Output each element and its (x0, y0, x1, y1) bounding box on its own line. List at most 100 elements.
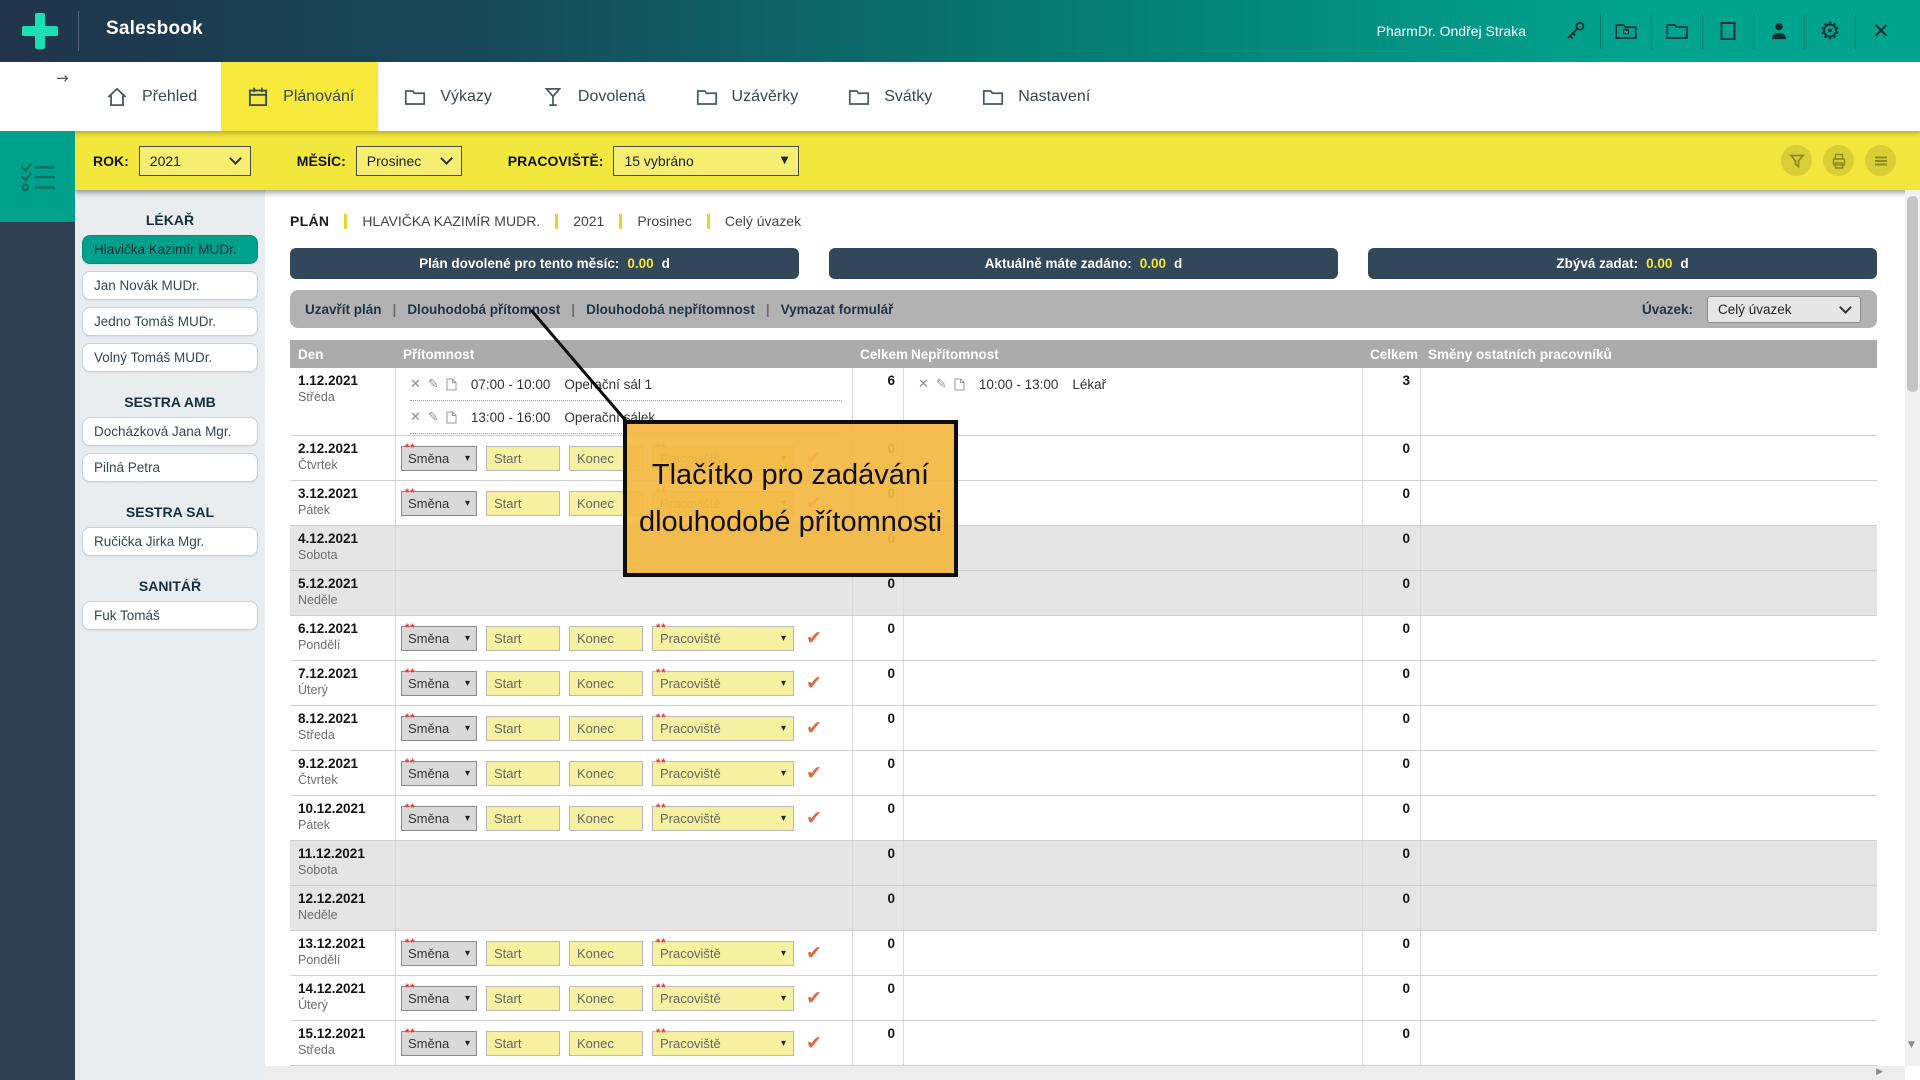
shift-type-select[interactable]: **Směna▾ (401, 941, 477, 966)
edit-entry-icon[interactable]: ✎ (428, 410, 439, 425)
delete-entry-icon[interactable]: ✕ (410, 377, 421, 392)
shift-type-select[interactable]: **Směna▾ (401, 491, 477, 516)
workplace-select[interactable]: **Pracoviště▾ (652, 806, 794, 831)
workplace-select[interactable]: **Pracoviště▾ (652, 941, 794, 966)
key-icon[interactable] (1550, 0, 1600, 62)
end-time-input[interactable]: Konec (569, 1031, 643, 1056)
sidebar-item-staff[interactable]: Docházková Jana Mgr. (82, 417, 258, 446)
start-time-input[interactable]: Start (486, 806, 560, 831)
confirm-shift-icon[interactable]: ✔ (806, 807, 822, 829)
month-select[interactable]: Prosinec (356, 146, 462, 176)
start-time-input[interactable]: Start (486, 1031, 560, 1056)
end-time-input[interactable]: Konec (569, 626, 643, 651)
vertical-scrollbar[interactable]: ▼ (1905, 190, 1920, 1066)
copy-entry-icon[interactable] (446, 378, 457, 391)
menu-icon[interactable] (1865, 145, 1896, 176)
clear-form-button[interactable]: Vymazat formulář (770, 302, 905, 317)
start-time-input[interactable]: Start (486, 941, 560, 966)
close-plan-button[interactable]: Uzavřít plán (294, 302, 393, 317)
confirm-shift-icon[interactable]: ✔ (806, 942, 822, 964)
scroll-down-icon[interactable]: ▼ (1908, 1040, 1915, 1050)
window-icon[interactable] (1703, 0, 1753, 62)
confirm-shift-icon[interactable]: ✔ (806, 717, 822, 739)
staff-list-toggle[interactable] (0, 131, 75, 222)
long-term-presence-button[interactable]: Dlouhodobá přítomnost (396, 302, 571, 317)
delete-entry-icon[interactable]: ✕ (410, 410, 421, 425)
copy-entry-icon[interactable] (954, 378, 965, 391)
breadcrumb: PLÁN HLAVIČKA KAZIMÍR MUDR. 2021 Prosine… (290, 213, 801, 229)
workplace-select[interactable]: **Pracoviště▾ (652, 986, 794, 1011)
shift-type-select[interactable]: **Směna▾ (401, 716, 477, 741)
sidebar-item-staff[interactable]: Jedno Tomáš MUDr. (82, 307, 258, 336)
sidebar-item-staff[interactable]: Jan Novák MUDr. (82, 271, 258, 300)
end-time-input[interactable]: Konec (569, 671, 643, 696)
copy-entry-icon[interactable] (446, 411, 457, 424)
confirm-shift-icon[interactable]: ✔ (806, 1032, 822, 1054)
long-term-absence-button[interactable]: Dlouhodobá nepřítomnost (575, 302, 766, 317)
start-time-input[interactable]: Start (486, 761, 560, 786)
absence-total: 0 (1362, 931, 1420, 975)
start-time-input[interactable]: Start (486, 716, 560, 741)
other-workers-cell (1420, 616, 1877, 660)
sidebar-item-staff[interactable]: Volný Tomáš MUDr. (82, 343, 258, 372)
scroll-right-icon[interactable]: ▶ (1876, 1067, 1883, 1077)
absence-total: 3 (1362, 368, 1420, 435)
contract-select[interactable]: Celý úvazek (1707, 296, 1861, 323)
folder-icon[interactable] (1652, 0, 1702, 62)
sidebar-item-staff[interactable]: Fuk Tomáš (82, 601, 258, 630)
user-icon[interactable] (1754, 0, 1804, 62)
tab-vykazy[interactable]: Výkazy (378, 62, 516, 131)
sidebar-group-title: SANITÁŘ (75, 578, 265, 594)
end-time-input[interactable]: Konec (569, 806, 643, 831)
tab-dovolena[interactable]: Dovolená (516, 62, 670, 131)
edit-entry-icon[interactable]: ✎ (428, 377, 439, 392)
sidebar-item-staff[interactable]: Hlavička Kazimír MUDr. (82, 235, 258, 264)
tab-planovani[interactable]: Plánování (221, 62, 378, 131)
back-arrow-icon[interactable]: → (56, 69, 69, 87)
print-icon[interactable] (1823, 145, 1854, 176)
filter-icon[interactable] (1781, 145, 1812, 176)
other-workers-cell (1420, 526, 1877, 570)
horizontal-scrollbar[interactable]: ▶ (265, 1066, 1905, 1080)
scrollbar-thumb[interactable] (1907, 196, 1918, 392)
shift-type-select[interactable]: **Směna▾ (401, 626, 477, 651)
confirm-shift-icon[interactable]: ✔ (806, 672, 822, 694)
end-time-input[interactable]: Konec (569, 941, 643, 966)
tab-uzaverky[interactable]: Uzávěrky (670, 62, 823, 131)
tab-nastaveni[interactable]: Nastavení (956, 62, 1114, 131)
close-icon[interactable]: ✕ (1856, 0, 1906, 62)
tab-prehled[interactable]: Přehled (80, 62, 221, 131)
sidebar-item-staff[interactable]: Ručička Jirka Mgr. (82, 527, 258, 556)
start-time-input[interactable]: Start (486, 671, 560, 696)
end-time-input[interactable]: Konec (569, 716, 643, 741)
end-time-input[interactable]: Konec (569, 986, 643, 1011)
year-select[interactable]: 2021 (139, 146, 251, 176)
shift-type-select[interactable]: **Směna▾ (401, 446, 477, 471)
delete-entry-icon[interactable]: ✕ (918, 377, 929, 392)
year-value: 2021 (150, 153, 181, 169)
start-time-input[interactable]: Start (486, 446, 560, 471)
shift-type-select[interactable]: **Směna▾ (401, 986, 477, 1011)
settings-icon[interactable]: ⚙ (1805, 0, 1855, 62)
workplace-select[interactable]: **Pracoviště▾ (652, 761, 794, 786)
workplace-select[interactable]: **Pracoviště▾ (652, 716, 794, 741)
shift-type-select[interactable]: **Směna▾ (401, 671, 477, 696)
workplace-filter-select[interactable]: 15 vybráno▼ (613, 146, 799, 176)
sidebar-item-staff[interactable]: Pilná Petra (82, 453, 258, 482)
confirm-shift-icon[interactable]: ✔ (806, 627, 822, 649)
confirm-shift-icon[interactable]: ✔ (806, 987, 822, 1009)
end-time-input[interactable]: Konec (569, 761, 643, 786)
confirm-shift-icon[interactable]: ✔ (806, 762, 822, 784)
start-time-input[interactable]: Start (486, 626, 560, 651)
shift-type-select[interactable]: **Směna▾ (401, 761, 477, 786)
workplace-select[interactable]: **Pracoviště▾ (652, 626, 794, 651)
shift-type-select[interactable]: **Směna▾ (401, 806, 477, 831)
edit-entry-icon[interactable]: ✎ (936, 377, 947, 392)
tab-svatky[interactable]: Svátky (822, 62, 956, 131)
reports-folder-icon[interactable]: N (1601, 0, 1651, 62)
shift-type-select[interactable]: **Směna▾ (401, 1031, 477, 1056)
workplace-select[interactable]: **Pracoviště▾ (652, 1031, 794, 1056)
start-time-input[interactable]: Start (486, 491, 560, 516)
workplace-select[interactable]: **Pracoviště▾ (652, 671, 794, 696)
start-time-input[interactable]: Start (486, 986, 560, 1011)
